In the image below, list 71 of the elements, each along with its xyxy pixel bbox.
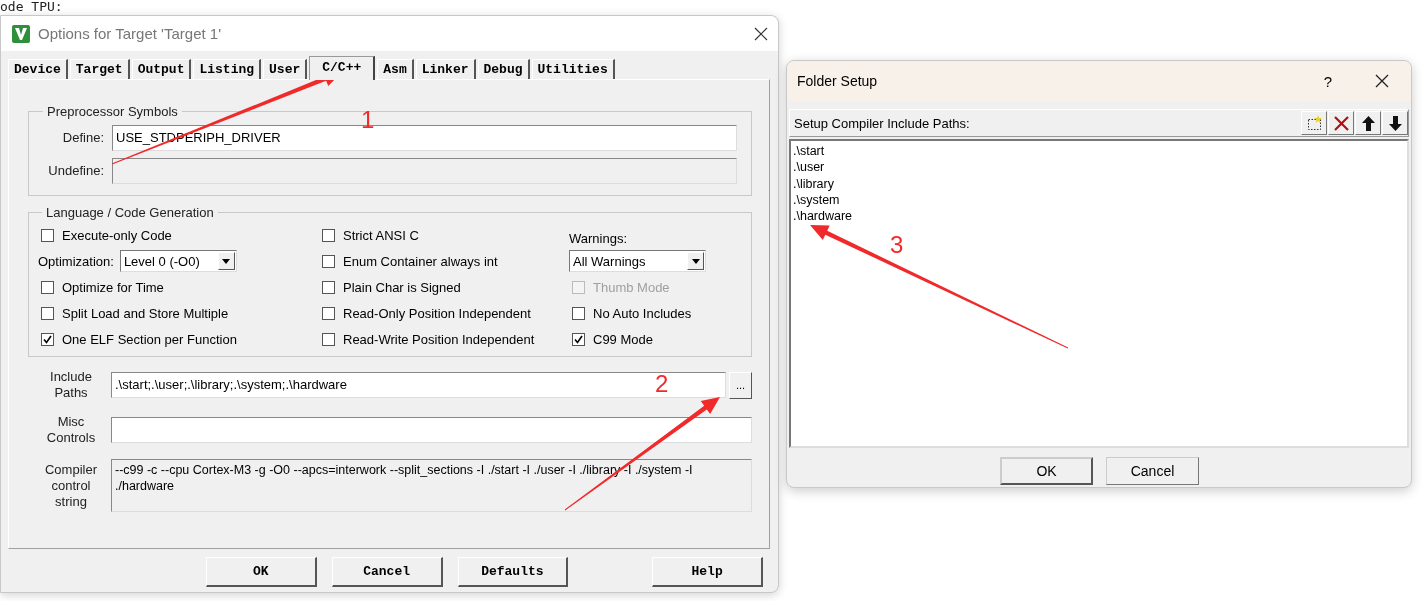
tab[interactable]: User xyxy=(263,59,308,79)
field-label: Optimization: xyxy=(38,253,114,269)
checkbox[interactable] xyxy=(41,306,54,320)
tab[interactable]: Debug xyxy=(477,59,530,79)
checkbox[interactable] xyxy=(572,306,585,320)
checkbox[interactable] xyxy=(41,332,54,346)
browse-button[interactable]: ... xyxy=(729,371,752,399)
close-icon[interactable] xyxy=(1375,74,1389,88)
dialog-button[interactable]: Cancel xyxy=(1106,457,1199,485)
option-label: Execute-only Code xyxy=(62,227,172,243)
option-label: Read-Only Position Independent xyxy=(343,305,531,321)
list-item[interactable]: .\hardware xyxy=(793,208,1405,225)
list-item[interactable]: .\start xyxy=(793,143,1405,160)
field-label: Undefine: xyxy=(47,163,105,178)
option-label: Optimize for Time xyxy=(62,279,164,295)
tab[interactable]: Listing xyxy=(193,59,262,79)
checkbox[interactable] xyxy=(572,332,585,346)
dropdown[interactable]: Level 0 (-O0) xyxy=(119,250,237,272)
text-field[interactable] xyxy=(111,417,752,443)
option-label: One ELF Section per Function xyxy=(62,331,237,347)
window-title: Options for Target 'Target 1' xyxy=(38,25,223,42)
list-item[interactable]: .\system xyxy=(793,191,1405,209)
window-title: Folder Setup xyxy=(797,73,879,89)
option-label: Plain Char is Signed xyxy=(343,279,461,295)
caret-icon xyxy=(691,258,700,264)
background-text: ode TPU: xyxy=(0,0,63,14)
tab[interactable]: Output xyxy=(131,59,192,79)
tab[interactable]: Device xyxy=(8,59,68,79)
checkbox[interactable] xyxy=(41,280,54,294)
group-title: Preprocessor Symbols xyxy=(46,104,179,119)
dialog-button[interactable]: Cancel xyxy=(331,557,443,587)
option-label: Strict ANSI C xyxy=(343,227,419,243)
option-label: Thumb Mode xyxy=(593,279,670,295)
tab[interactable]: Utilities xyxy=(531,59,615,79)
dropdown[interactable]: All Warnings xyxy=(569,250,706,272)
checkbox[interactable] xyxy=(322,306,335,320)
field-label: Misc Controls xyxy=(45,414,97,446)
tab[interactable]: Linker xyxy=(415,59,476,79)
dialog-button[interactable]: OK xyxy=(206,557,317,587)
checkbox[interactable] xyxy=(322,332,335,346)
field-label: Compiler control string xyxy=(44,461,98,510)
tab[interactable]: C/C++ xyxy=(309,56,376,80)
checkbox[interactable] xyxy=(322,280,335,294)
option-label: Read-Write Position Independent xyxy=(343,331,535,347)
field-label: Define: xyxy=(61,130,105,145)
app-icon xyxy=(12,24,30,43)
option-label: C99 Mode xyxy=(593,331,653,347)
option-label: Enum Container always int xyxy=(343,253,498,269)
option-label: Split Load and Store Multiple xyxy=(62,305,229,321)
tab[interactable]: Asm xyxy=(377,59,414,79)
list-title: Setup Compiler Include Paths: xyxy=(794,115,971,131)
list-item[interactable]: .\user xyxy=(793,159,1405,176)
annotation-number: 3 xyxy=(890,233,904,257)
delete-icon[interactable] xyxy=(1331,113,1351,133)
dialog-button[interactable]: OK xyxy=(1000,457,1093,485)
option-label: No Auto Includes xyxy=(593,305,692,321)
group-title: Language / Code Generation xyxy=(45,205,215,220)
dialog-button[interactable]: Help xyxy=(652,557,763,587)
compiler-string-field: --c99 -c --cpu Cortex-M3 -g -O0 --apcs=interwork --split_sections -I ./start -I ./user -I ./library -I ./system -I ./hardware xyxy=(111,459,752,512)
field-label: Include Paths xyxy=(49,369,93,401)
warnings-label: Warnings: xyxy=(569,229,628,246)
list-item[interactable]: .\library xyxy=(793,175,1405,192)
checkbox[interactable] xyxy=(41,228,54,242)
dialog-button[interactable]: Defaults xyxy=(457,557,569,587)
help-button[interactable]: ? xyxy=(1323,72,1332,90)
checkbox[interactable] xyxy=(322,228,335,242)
tab[interactable]: Target xyxy=(69,59,130,79)
annotation-number: 2 xyxy=(655,372,669,396)
checkbox[interactable] xyxy=(322,254,335,268)
caret-icon xyxy=(222,258,231,264)
close-icon[interactable] xyxy=(754,26,768,41)
